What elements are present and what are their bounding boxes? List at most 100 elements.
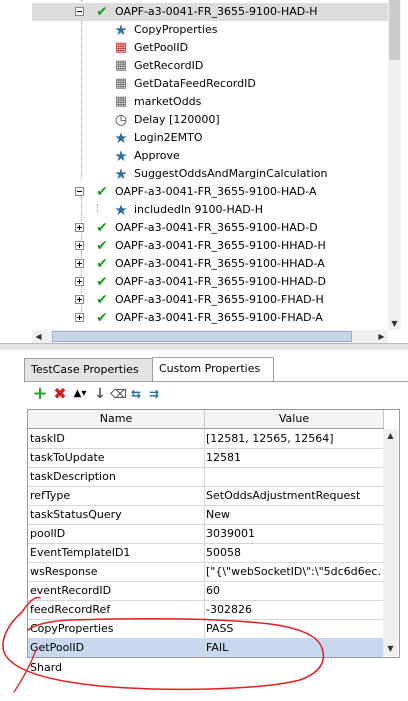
tree-step-label: GetRecordID: [134, 59, 204, 72]
property-value[interactable]: 50058: [206, 543, 381, 562]
table-row[interactable]: taskDescription: [28, 467, 383, 487]
expand-toggle[interactable]: [75, 277, 84, 286]
collapse-toggle[interactable]: [75, 187, 84, 196]
property-name[interactable]: taskStatusQuery: [30, 505, 202, 524]
property-value[interactable]: -302826: [206, 600, 381, 619]
tree-item-case[interactable]: ✔ OAPF-a3-0041-FR_3655-9100-HHAD-D: [0, 273, 388, 291]
expand-toggle[interactable]: [75, 259, 84, 268]
clear-icon[interactable]: ⌫: [110, 386, 127, 402]
property-value[interactable]: ["{\"webSocketID\":\"5dc6d6ec...: [206, 562, 381, 581]
star-icon: ★: [114, 201, 128, 219]
property-value[interactable]: PASS: [206, 619, 381, 638]
tab-custom-properties[interactable]: Custom Properties: [152, 357, 274, 381]
grid-icon: ▦: [114, 76, 128, 91]
expand-toggle[interactable]: [75, 241, 84, 250]
scroll-right-arrow-icon[interactable]: ▶: [375, 330, 388, 343]
tree-item-selected-case[interactable]: ✔ OAPF-a3-0041-FR_3655-9100-HAD-H: [32, 3, 388, 21]
property-name[interactable]: poolID: [30, 524, 202, 543]
property-name[interactable]: taskToUpdate: [30, 448, 202, 467]
collapse-toggle[interactable]: [75, 7, 84, 16]
property-value[interactable]: FAIL: [206, 638, 381, 657]
expand-toggle[interactable]: [75, 313, 84, 322]
property-name[interactable]: feedRecordRef: [30, 600, 202, 619]
move-down-icon[interactable]: ↓: [92, 386, 108, 402]
tree-item-label: OAPF-a3-0041-FR_3655-9100-HAD-H: [115, 5, 318, 18]
property-name[interactable]: refType: [30, 486, 202, 505]
tree-item-case[interactable]: ✔ OAPF-a3-0041-FR_3655-9100-HAD-A: [0, 183, 388, 201]
table-row[interactable]: taskToUpdate 12581: [28, 448, 383, 468]
expand-toggle[interactable]: [75, 223, 84, 232]
tree-item-case[interactable]: ✔ OAPF-a3-0041-FR_3655-9100-FHAD-A: [0, 309, 388, 327]
tree-step-label: Delay [120000]: [134, 113, 220, 126]
property-name[interactable]: CopyProperties: [30, 619, 202, 638]
table-row[interactable]: CopyProperties PASS: [28, 619, 383, 639]
property-value[interactable]: 12581: [206, 448, 381, 467]
tree-step-row[interactable]: ★ CopyProperties: [0, 21, 388, 39]
property-value[interactable]: New: [206, 505, 381, 524]
tree-step-row[interactable]: ▦ GetRecordID: [0, 57, 388, 75]
tree-item-label: OAPF-a3-0041-FR_3655-9100-HHAD-D: [115, 275, 326, 288]
tree-step-row[interactable]: ▦ GetPoolID: [0, 39, 388, 57]
tab-testcase-properties[interactable]: TestCase Properties: [24, 358, 153, 381]
column-header-value[interactable]: Value: [205, 410, 384, 429]
table-row[interactable]: taskID [12581, 12565, 12564]: [28, 429, 383, 449]
tree-item-case[interactable]: ✔ OAPF-a3-0041-FR_3655-9100-HAD-D: [0, 219, 388, 237]
property-value[interactable]: 60: [206, 581, 381, 600]
tree-step-row[interactable]: ◷ Delay [120000]: [0, 111, 388, 129]
scrollbar-thumb[interactable]: [52, 331, 352, 342]
column-header-name[interactable]: Name: [28, 410, 205, 429]
move-up-icon[interactable]: ▲▾: [72, 386, 88, 402]
delete-icon[interactable]: ✖: [52, 386, 68, 402]
scroll-down-arrow-icon[interactable]: ▼: [384, 642, 397, 655]
tree-step-row[interactable]: ★ Approve: [0, 147, 388, 165]
tree-step-row[interactable]: ▦ marketOdds: [0, 93, 388, 111]
check-icon: ✔: [96, 256, 108, 272]
table-vertical-scrollbar[interactable]: ▲ ▼: [383, 429, 398, 656]
property-name[interactable]: GetPoolID: [30, 638, 202, 657]
tree-vertical-scrollbar[interactable]: ▼: [388, 0, 401, 330]
tree-step-label: marketOdds: [134, 95, 202, 108]
grid-icon: ▦: [114, 94, 128, 109]
star-icon: ★: [114, 21, 128, 39]
load-icon[interactable]: ⇆: [128, 386, 144, 402]
property-name[interactable]: EventTemplateID1: [30, 543, 202, 562]
tree-horizontal-scrollbar[interactable]: ◀ ▶: [32, 330, 388, 343]
table-row[interactable]: feedRecordRef -302826: [28, 600, 383, 620]
tree-step-row[interactable]: ★ Login2EMTO: [0, 129, 388, 147]
tree-step-row[interactable]: ★ includedIn 9100-HAD-H: [0, 201, 388, 219]
table-row[interactable]: refType SetOddsAdjustmentRequest: [28, 486, 383, 506]
scrollbar-thumb[interactable]: [389, 0, 400, 60]
property-value[interactable]: [12581, 12565, 12564]: [206, 429, 381, 448]
custom-properties-table[interactable]: Name Value taskID [12581, 12565, 12564] …: [27, 409, 400, 658]
tree-item-case[interactable]: ✔ OAPF-a3-0041-FR_3655-9100-HHAD-A: [0, 255, 388, 273]
property-name[interactable]: taskID: [30, 429, 202, 448]
property-name[interactable]: taskDescription: [30, 467, 202, 486]
scroll-down-arrow-icon[interactable]: ▼: [388, 317, 401, 330]
table-row[interactable]: wsResponse ["{\"webSocketID\":\"5dc6d6ec…: [28, 562, 383, 582]
tree-step-row[interactable]: ▦ GetDataFeedRecordID: [0, 75, 388, 93]
tree-step-row[interactable]: ★ SuggestOddsAndMarginCalculation: [0, 165, 388, 183]
property-name[interactable]: wsResponse: [30, 562, 202, 581]
expand-toggle[interactable]: [75, 295, 84, 304]
save-icon[interactable]: ⇉: [146, 386, 162, 402]
add-icon[interactable]: +: [32, 385, 48, 403]
scroll-up-arrow-icon[interactable]: ▲: [384, 429, 397, 442]
property-value[interactable]: SetOddsAdjustmentRequest: [206, 486, 381, 505]
table-row[interactable]: EventTemplateID1 50058: [28, 543, 383, 563]
tree-item-case[interactable]: ✔ OAPF-a3-0041-FR_3655-9100-FHAD-H: [0, 291, 388, 309]
test-suite-tree[interactable]: ✔ OAPF-a3-0041-FR_3655-9100-HAD-H ★ Copy…: [0, 0, 401, 330]
check-icon: ✔: [96, 274, 108, 290]
scroll-left-arrow-icon[interactable]: ◀: [32, 330, 45, 343]
panel-splitter[interactable]: [0, 343, 408, 350]
property-value[interactable]: 3039001: [206, 524, 381, 543]
table-row[interactable]: taskStatusQuery New: [28, 505, 383, 525]
grid-icon: ▦: [114, 58, 128, 73]
table-row-selected[interactable]: GetPoolID FAIL: [28, 638, 383, 657]
table-row[interactable]: poolID 3039001: [28, 524, 383, 544]
tab-divider: [24, 381, 408, 382]
check-icon: ✔: [96, 292, 108, 308]
table-row[interactable]: eventRecordID 60: [28, 581, 383, 601]
tree-step-label: Approve: [134, 149, 180, 162]
property-name[interactable]: eventRecordID: [30, 581, 202, 600]
tree-item-case[interactable]: ✔ OAPF-a3-0041-FR_3655-9100-HHAD-H: [0, 237, 388, 255]
